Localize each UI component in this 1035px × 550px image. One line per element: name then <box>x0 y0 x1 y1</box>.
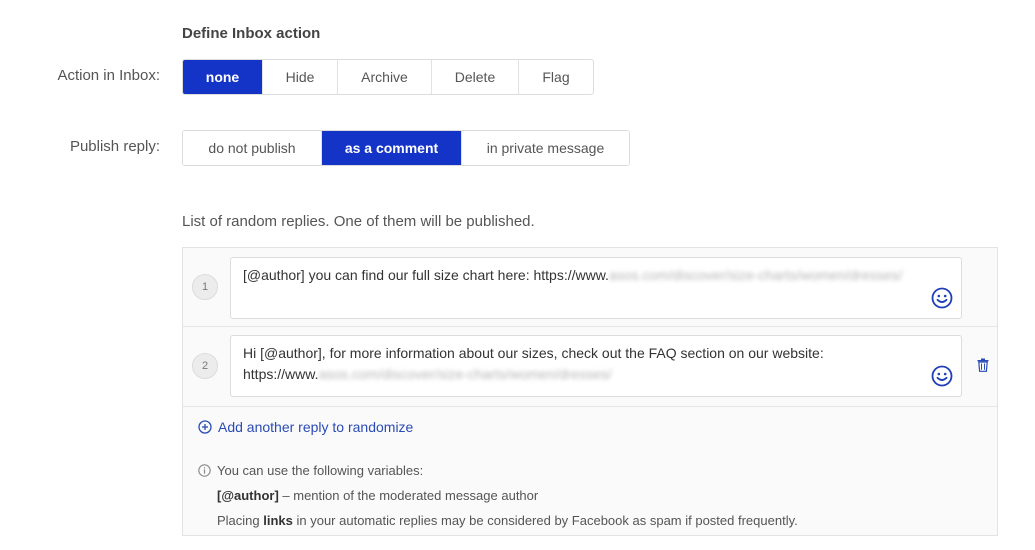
add-reply-link[interactable]: Add another reply to randomize <box>198 419 413 435</box>
info-heading: You can use the following variables: <box>217 463 424 478</box>
publish-reply-selector: do not publish as a comment in private m… <box>182 130 630 166</box>
replies-panel: 1 [@author] you can find our full size c… <box>182 247 998 536</box>
action-option-none[interactable]: none <box>183 60 263 94</box>
spam-note-links: links <box>263 513 293 528</box>
section-title: Define Inbox action <box>182 25 321 42</box>
reply-text-field[interactable]: [@author] you can find our full size cha… <box>230 257 962 319</box>
info-icon <box>198 464 211 477</box>
publish-option-as-a-comment[interactable]: as a comment <box>322 131 462 165</box>
reply-row: 1 [@author] you can find our full size c… <box>183 248 997 327</box>
smiley-icon[interactable] <box>931 365 953 387</box>
reply-number: 1 <box>192 274 218 300</box>
variables-info: You can use the following variables: [@a… <box>198 458 798 533</box>
action-option-delete[interactable]: Delete <box>432 60 519 94</box>
reply-url-blurred: asos.com/discover/size-charts/women/dres… <box>318 366 612 382</box>
spam-note-suffix: in your automatic replies may be conside… <box>292 513 798 528</box>
publish-reply-label: Publish reply: <box>69 138 160 155</box>
action-option-hide[interactable]: Hide <box>263 60 338 94</box>
smiley-icon[interactable] <box>931 287 953 309</box>
publish-option-in-private-message[interactable]: in private message <box>462 131 629 165</box>
publish-option-do-not-publish[interactable]: do not publish <box>183 131 322 165</box>
trash-icon[interactable] <box>977 358 989 372</box>
action-option-flag[interactable]: Flag <box>519 60 593 94</box>
spam-note-prefix: Placing <box>217 513 264 528</box>
action-in-inbox-selector: none Hide Archive Delete Flag <box>182 59 594 95</box>
replies-intro: List of random replies. One of them will… <box>182 213 535 230</box>
add-reply-label: Add another reply to randomize <box>218 419 414 435</box>
reply-url-blurred: asos.com/discover/size-charts/women/dres… <box>608 267 903 283</box>
reply-number: 2 <box>192 353 218 379</box>
action-in-inbox-label: Action in Inbox: <box>57 67 160 84</box>
reply-text: [@author] you can find our full size cha… <box>243 267 609 283</box>
reply-row: 2 Hi [@author], for more information abo… <box>183 326 997 407</box>
variable-description: – mention of the moderated message autho… <box>278 488 539 503</box>
action-option-archive[interactable]: Archive <box>338 60 432 94</box>
reply-text-field[interactable]: Hi [@author], for more information about… <box>230 335 962 397</box>
plus-circle-icon <box>198 420 212 434</box>
variable-name: [@author] <box>217 488 279 503</box>
